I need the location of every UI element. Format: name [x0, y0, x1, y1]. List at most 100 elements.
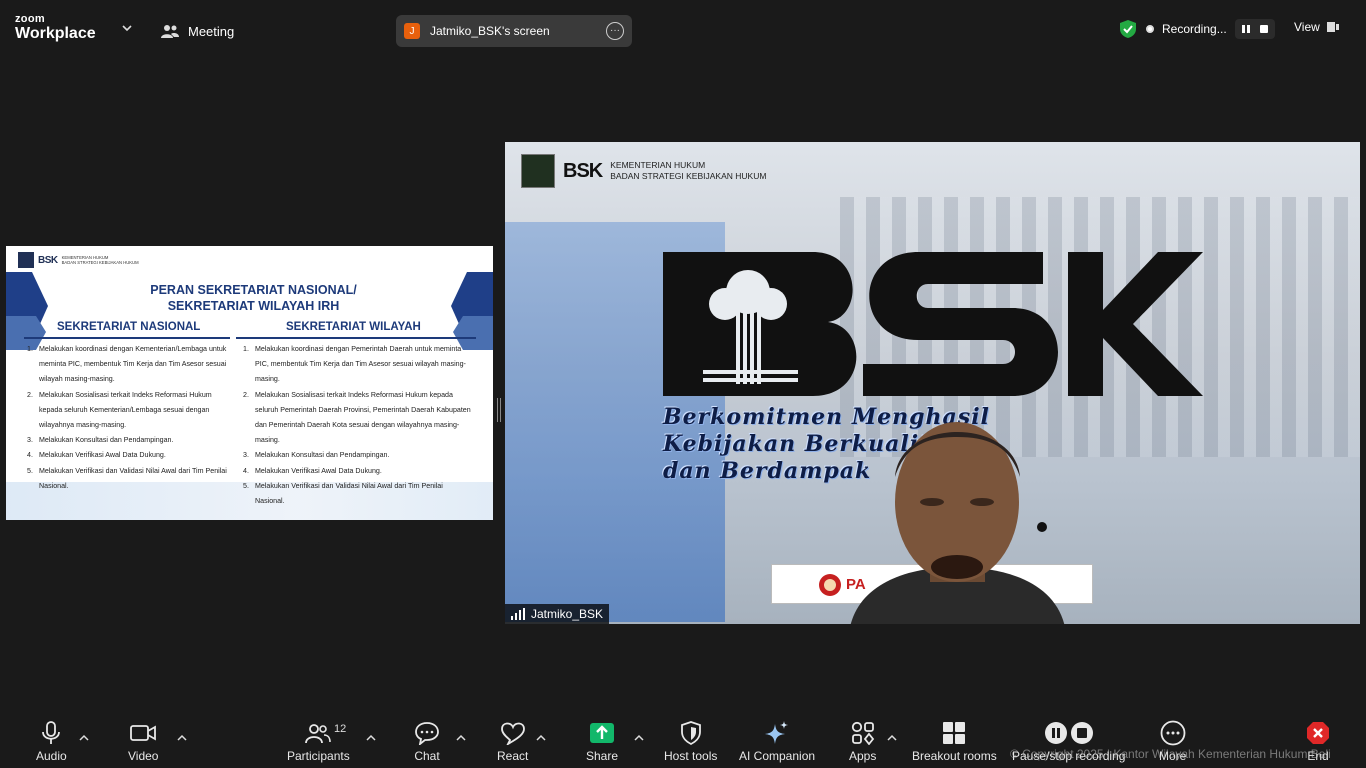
participants-count: 12 [334, 723, 347, 735]
ai-companion-label: AI Companion [739, 749, 816, 763]
panel-resize-handle[interactable] [497, 398, 501, 422]
recording-status: Recording... [1118, 16, 1275, 42]
list-item: 2. Melakukan Sosialisasi terkait Indeks R… [27, 390, 212, 430]
bsk-large-logo-icon [663, 252, 1203, 396]
participants-icon [305, 724, 332, 744]
list-item: 4. Melakukan Verifikasi Awal Data Dukung. [27, 451, 166, 460]
list-item: 1. Melakukan koordinasi dengan Pemerintah… [243, 345, 466, 384]
react-label: React [497, 749, 529, 763]
recording-controls [1234, 19, 1275, 39]
slide-header: BSK KEMENTERIAN HUKUM BADAN STRATEGI KEB… [18, 252, 139, 268]
apps-grid-icon [851, 721, 874, 745]
video-org-name: KEMENTERIAN HUKUM BADAN STRATEGI KEBIJAK… [610, 160, 766, 182]
screen-share-indicator[interactable]: J Jatmiko_BSK's screen ··· [396, 15, 632, 47]
slide-left-chevron-decoration [6, 272, 48, 350]
list-item: 5. Melakukan Verifikasi dan Validasi Nila… [243, 481, 443, 506]
pause-stop-recording-icon [1044, 722, 1093, 744]
chat-label: Chat [414, 749, 440, 763]
slide-title-line2: SEKRETARIAT WILAYAH IRH [167, 299, 340, 313]
breakout-rooms-label: Breakout rooms [912, 749, 997, 763]
apps-label: Apps [849, 749, 877, 763]
video-button[interactable]: Video [128, 720, 158, 763]
participant-video-tile[interactable]: BSK KEMENTERIAN HUKUM BADAN STRATEGI KEB… [505, 142, 1360, 624]
zoom-workplace-logo: zoom Workplace [15, 14, 96, 42]
participants-label: Participants [287, 749, 350, 763]
host-tools-label: Host tools [664, 749, 718, 763]
meeting-toolbar: Audio Video Participants 12 Chat React S… [0, 710, 1366, 768]
meeting-info-button[interactable]: Meeting [160, 18, 234, 44]
slide-org-line2: BADAN STRATEGI KEBIJAKAN HUKUM [61, 260, 139, 265]
audio-label: Audio [36, 749, 67, 763]
share-options-chevron-icon[interactable] [634, 734, 644, 742]
react-button[interactable]: React [497, 720, 528, 763]
end-call-icon [1307, 722, 1329, 744]
logo-line-zoom: zoom [15, 13, 45, 25]
ai-sparkle-icon [765, 721, 789, 744]
column-divider-national [24, 337, 230, 339]
list-item: 3. Melakukan Konsultasi dan Pendampingan. [243, 451, 390, 460]
view-button[interactable]: View [1294, 20, 1340, 34]
video-background-header: BSK KEMENTERIAN HUKUM BADAN STRATEGI KEB… [521, 154, 766, 188]
logo-line-workplace: Workplace [15, 25, 96, 42]
chat-button[interactable]: Chat [414, 720, 440, 763]
slide-right-chevron-decoration [451, 272, 493, 350]
audio-button[interactable]: Audio [36, 720, 67, 763]
pause-recording-icon[interactable] [1239, 22, 1253, 36]
video-camera-icon [130, 725, 157, 741]
list-item: 4. Melakukan Verifikasi Awal Data Dukung. [243, 466, 382, 475]
apps-options-chevron-icon[interactable] [887, 734, 897, 742]
participant-name: Jatmiko_BSK [531, 607, 604, 621]
apps-button[interactable]: Apps [849, 720, 876, 763]
regional-duties-list: 1. Melakukan koordinasi dengan Pemerintah… [243, 342, 473, 509]
video-label: Video [128, 749, 159, 763]
view-layout-icon [1326, 22, 1339, 32]
banner-emblem-icon [819, 574, 841, 596]
presenter-person [850, 422, 1065, 624]
list-item: 5. Melakukan Verifikasi dan Validasi Nila… [27, 466, 227, 490]
heart-icon [500, 722, 525, 745]
view-label: View [1294, 20, 1320, 34]
national-duties-list: 1. Melakukan koordinasi dengan Kementeria… [27, 342, 227, 494]
column-heading-national: SEKRETARIAT NASIONAL [57, 321, 201, 333]
slide-bsk-logo: BSK [38, 254, 58, 266]
stop-recording-icon[interactable] [1257, 22, 1271, 36]
kemenkumham-emblem-icon [521, 154, 555, 188]
share-button[interactable]: Share [586, 720, 618, 763]
recording-dot-icon [1146, 25, 1154, 33]
share-label: Share [586, 749, 619, 763]
share-screen-icon [590, 723, 615, 743]
more-icon [1160, 720, 1186, 746]
video-bsk-logo: BSK [563, 159, 603, 182]
video-options-chevron-icon[interactable] [177, 734, 187, 742]
video-org-line2: BADAN STRATEGI KEBIJAKAN HUKUM [610, 171, 767, 181]
security-shield-icon[interactable] [1118, 19, 1138, 39]
list-item: 1. Melakukan koordinasi dengan Kementeria… [27, 345, 227, 384]
video-org-line1: KEMENTERIAN HUKUM [610, 160, 706, 170]
people-icon [161, 25, 179, 38]
ai-companion-button[interactable]: AI Companion [739, 720, 815, 763]
list-item: 3. Melakukan Konsultasi dan Pendampingan. [27, 436, 174, 445]
audio-options-chevron-icon[interactable] [79, 734, 89, 742]
sharer-screen-label: Jatmiko_BSK's screen [430, 24, 550, 38]
top-bar: zoom Workplace Meeting J Jatmiko_BSK's s… [0, 0, 1366, 60]
host-tools-button[interactable]: Host tools [664, 720, 717, 763]
breakout-rooms-icon [943, 722, 966, 744]
shield-icon [680, 721, 701, 745]
signal-strength-icon [511, 608, 525, 620]
recording-label: Recording... [1162, 22, 1227, 36]
chevron-down-icon[interactable] [121, 22, 133, 34]
meeting-label: Meeting [188, 23, 235, 39]
slide-title-line1: PERAN SEKRETARIAT NASIONAL/ [150, 283, 357, 297]
slide-title: PERAN SEKRETARIAT NASIONAL/ SEKRETARIAT … [66, 282, 441, 314]
list-item: 2. Melakukan Sosialisasi terkait Indeks R… [243, 390, 471, 445]
column-divider-regional [236, 337, 476, 339]
participant-name-bar: Jatmiko_BSK [505, 604, 610, 624]
breakout-rooms-button[interactable]: Breakout rooms [912, 720, 997, 763]
shared-screen-slide[interactable]: BSK KEMENTERIAN HUKUM BADAN STRATEGI KEB… [6, 246, 493, 520]
sharer-avatar: J [404, 23, 420, 39]
chat-options-chevron-icon[interactable] [456, 734, 466, 742]
more-options-icon[interactable]: ··· [606, 22, 624, 40]
react-options-chevron-icon[interactable] [536, 734, 546, 742]
participants-options-chevron-icon[interactable] [366, 734, 376, 742]
chat-bubble-icon [415, 722, 439, 745]
